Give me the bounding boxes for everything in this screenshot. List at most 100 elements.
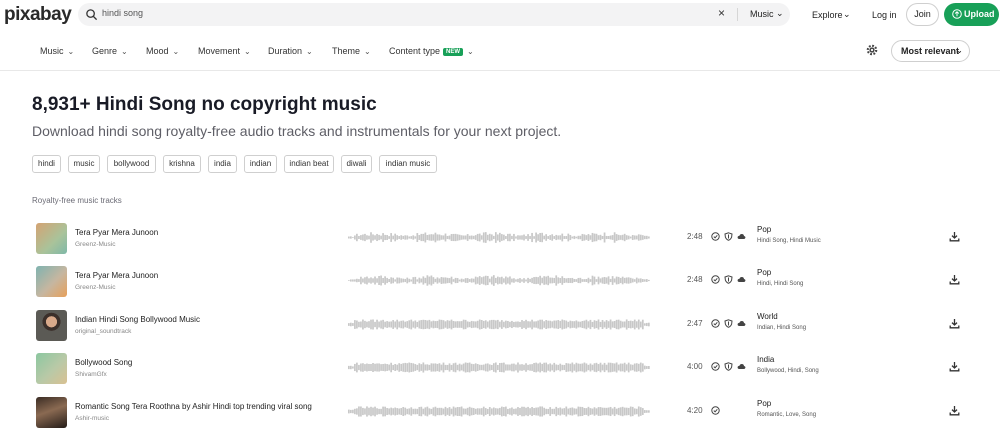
track-title[interactable]: Tera Pyar Mera Junoon	[75, 271, 158, 280]
tag-chip[interactable]: bollywood	[107, 155, 156, 173]
tag-chip[interactable]: india	[208, 155, 237, 173]
download-icon[interactable]	[949, 361, 960, 372]
track-row[interactable]: Tera Pyar Mera Junoon Greenz-Music 2:48 …	[0, 266, 1000, 304]
waveform-bar	[511, 278, 513, 283]
waveform-bar	[368, 278, 370, 283]
chevron-down-icon[interactable]: ⌄	[776, 8, 784, 19]
clear-search-icon[interactable]: ×	[718, 6, 725, 20]
waveform-bar	[436, 363, 439, 372]
waveform-bar	[549, 407, 552, 416]
waveform-bar	[370, 319, 372, 330]
track-cover[interactable]	[36, 397, 67, 428]
track-artist[interactable]: Greenz-Music	[75, 241, 115, 248]
waveform-bar	[452, 233, 455, 242]
track-tags[interactable]: Indian, Hindi Song	[757, 325, 806, 331]
sort-label: Most relevant	[901, 46, 960, 56]
download-icon[interactable]	[949, 231, 960, 242]
waveform-bar	[607, 276, 610, 285]
track-title[interactable]: Tera Pyar Mera Junoon	[75, 228, 158, 237]
waveform-bar	[503, 362, 505, 373]
track-title[interactable]: Romantic Song Tera Roothna by Ashir Hind…	[75, 402, 312, 411]
waveform-bar	[350, 279, 352, 282]
track-row[interactable]: Tera Pyar Mera Junoon Greenz-Music 2:48 …	[0, 223, 1000, 261]
shield-icon	[724, 362, 733, 371]
login-link[interactable]: Log in	[872, 10, 897, 20]
waveform-bar	[531, 364, 533, 371]
filter-content-type[interactable]: Content type NEW ⌄	[389, 46, 474, 56]
track-row[interactable]: Bollywood Song ShivamGfx 4:00 India Boll…	[0, 353, 1000, 391]
waveform-bar	[372, 319, 374, 330]
track-cover[interactable]	[36, 353, 67, 384]
tag-chip[interactable]: indian	[244, 155, 277, 173]
track-cover[interactable]	[36, 310, 67, 341]
track-row[interactable]: Indian Hindi Song Bollywood Music origin…	[0, 310, 1000, 348]
track-title[interactable]: Bollywood Song	[75, 358, 132, 367]
waveform-bar	[396, 364, 399, 371]
waveform-bar	[374, 276, 376, 285]
track-genre[interactable]: Pop	[757, 225, 771, 234]
track-artist[interactable]: ShivamGfx	[75, 371, 107, 378]
search-scope-select[interactable]: Music	[750, 9, 774, 19]
cloud-icon	[737, 234, 746, 239]
track-tags[interactable]: Hindi Song, Hindi Music	[757, 238, 821, 244]
search-input[interactable]: hindi song	[102, 8, 143, 18]
top-navigation: pixabay hindi song × Music ⌄ Explore ⌄ L…	[0, 0, 1000, 30]
waveform[interactable]	[348, 405, 650, 418]
waveform[interactable]	[348, 274, 650, 287]
track-tags[interactable]: Hindi, Hindi Song	[757, 281, 803, 287]
waveform[interactable]	[348, 361, 650, 374]
waveform-bar	[645, 279, 648, 282]
filter-theme[interactable]: Theme ⌄	[332, 46, 371, 56]
tag-chip[interactable]: indian beat	[284, 155, 334, 173]
track-genre[interactable]: World	[757, 312, 778, 321]
track-title[interactable]: Indian Hindi Song Bollywood Music	[75, 315, 200, 324]
track-tags[interactable]: Bollywood, Hindi, Song	[757, 368, 819, 374]
track-cover[interactable]	[36, 266, 67, 297]
search-bar[interactable]: hindi song × Music ⌄	[78, 3, 790, 26]
filter-genre[interactable]: Genre ⌄	[92, 46, 128, 56]
tag-chip[interactable]: indian music	[379, 155, 437, 173]
header-divider	[0, 70, 1000, 71]
download-icon[interactable]	[949, 405, 960, 416]
filter-movement[interactable]: Movement ⌄	[198, 46, 251, 56]
track-cover[interactable]	[36, 223, 67, 254]
tag-chip[interactable]: music	[68, 155, 100, 173]
waveform-bar	[523, 278, 525, 283]
chevron-down-icon[interactable]: ⌄	[843, 9, 851, 20]
track-artist[interactable]: Greenz-Music	[75, 284, 115, 291]
download-icon[interactable]	[949, 274, 960, 285]
filter-label: Content type	[389, 46, 441, 56]
gear-icon[interactable]	[866, 44, 878, 56]
waveform[interactable]	[348, 318, 650, 331]
filter-mood[interactable]: Mood ⌄	[146, 46, 179, 56]
waveform-bar	[384, 321, 386, 328]
waveform-bar	[643, 410, 646, 413]
track-artist[interactable]: original_soundtrack	[75, 328, 131, 335]
sort-dropdown[interactable]: Most relevant ⌄	[891, 40, 970, 62]
waveform-bar	[643, 365, 646, 370]
tag-chip[interactable]: hindi	[32, 155, 61, 173]
waveform-bar	[535, 321, 537, 328]
filter-label: Theme	[332, 46, 361, 56]
track-row[interactable]: Romantic Song Tera Roothna by Ashir Hind…	[0, 397, 1000, 435]
filter-duration[interactable]: Duration ⌄	[268, 46, 313, 56]
track-genre[interactable]: Pop	[757, 399, 771, 408]
tag-chip[interactable]: krishna	[163, 155, 201, 173]
waveform-bar	[641, 235, 644, 240]
waveform-bar	[370, 277, 372, 284]
track-genre[interactable]: Pop	[757, 268, 771, 277]
download-icon[interactable]	[949, 318, 960, 329]
join-button[interactable]: Join	[906, 3, 939, 26]
track-genre[interactable]: India	[757, 355, 774, 364]
waveform-bar	[494, 362, 497, 373]
waveform[interactable]	[348, 231, 650, 244]
tag-chip[interactable]: diwali	[341, 155, 372, 173]
waveform-bar	[490, 234, 493, 241]
upload-button[interactable]: Upload	[944, 3, 999, 26]
track-tags[interactable]: Romantic, Love, Song	[757, 412, 816, 418]
track-artist[interactable]: Ashir-music	[75, 415, 109, 422]
pixabay-logo[interactable]: pixabay	[4, 4, 72, 26]
explore-menu[interactable]: Explore	[812, 10, 843, 20]
filter-music[interactable]: Music ⌄	[40, 46, 74, 56]
waveform-bar	[627, 407, 630, 416]
